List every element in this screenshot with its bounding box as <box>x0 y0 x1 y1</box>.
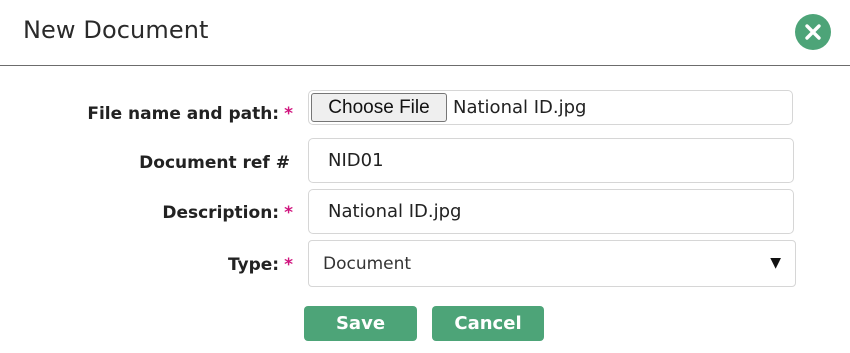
dialog-title: New Document <box>23 16 209 44</box>
type-row-label: Type: * <box>0 255 293 279</box>
type-label: Type: <box>227 255 280 275</box>
file-label: File name and path: <box>87 104 280 124</box>
choose-file-button[interactable]: Choose File <box>311 93 447 122</box>
type-label-group: Type: * <box>228 255 293 275</box>
description-label-group: Description: * <box>162 203 293 223</box>
type-selected-value: Document <box>323 254 412 274</box>
description-field[interactable]: National ID.jpg <box>308 189 794 234</box>
required-marker: * <box>284 255 293 275</box>
description-row-label: Description: * <box>0 203 293 227</box>
close-icon <box>805 24 821 40</box>
new-document-dialog: New Document File name and path: * Choose… <box>0 0 850 353</box>
file-row-label: File name and path: * <box>0 104 293 128</box>
chevron-down-icon: ▼ <box>770 255 781 271</box>
close-button[interactable] <box>795 14 831 50</box>
file-input[interactable]: Choose File National ID.jpg <box>308 90 793 125</box>
selected-file-name: National ID.jpg <box>453 97 587 118</box>
type-select[interactable]: Document ▼ <box>308 240 796 287</box>
required-marker: * <box>284 104 293 124</box>
ref-row-label: Document ref # <box>0 153 293 177</box>
document-ref-value: NID01 <box>328 150 384 171</box>
cancel-button[interactable]: Cancel <box>432 306 544 341</box>
dialog-body: File name and path: * Choose File Nationa… <box>0 67 850 292</box>
dialog-header: New Document <box>0 0 850 66</box>
dialog-footer: Save Cancel <box>0 292 850 353</box>
document-ref-label: Document ref # <box>139 153 290 173</box>
required-marker: * <box>284 203 293 223</box>
save-button[interactable]: Save <box>304 306 417 341</box>
description-value: National ID.jpg <box>328 201 462 222</box>
description-label: Description: <box>162 203 280 223</box>
document-ref-field[interactable]: NID01 <box>308 138 794 183</box>
file-label-group: File name and path: * <box>87 104 293 124</box>
ref-label-group: Document ref # <box>139 153 290 173</box>
